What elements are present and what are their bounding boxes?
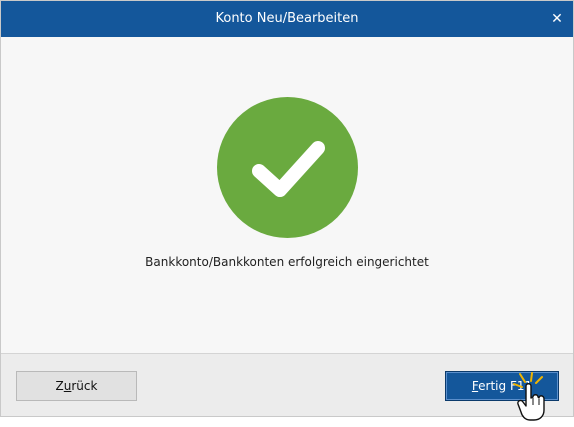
window-title: Konto Neu/Bearbeiten [215, 11, 359, 26]
title-bar: Konto Neu/Bearbeiten ✕ [1, 1, 573, 37]
finish-shortcut: F11 [509, 379, 533, 393]
dialog-content: Bankkonto/Bankkonten erfolgreich eingeri… [1, 37, 573, 353]
finish-label-suffix: ertig [478, 379, 507, 393]
close-icon: ✕ [551, 11, 563, 27]
success-check-icon [217, 97, 358, 238]
back-button[interactable]: Zurück [16, 371, 137, 401]
dialog-window: Konto Neu/Bearbeiten ✕ Bankkonto/Bankkon… [0, 0, 574, 417]
back-label-prefix: Z [55, 379, 64, 393]
success-message: Bankkonto/Bankkonten erfolgreich eingeri… [145, 255, 429, 269]
finish-button[interactable]: Fertig F11 [445, 371, 559, 401]
close-button[interactable]: ✕ [541, 1, 573, 37]
dialog-footer: Zurück Fertig F11 [1, 354, 573, 416]
back-label-suffix: rück [71, 379, 98, 393]
